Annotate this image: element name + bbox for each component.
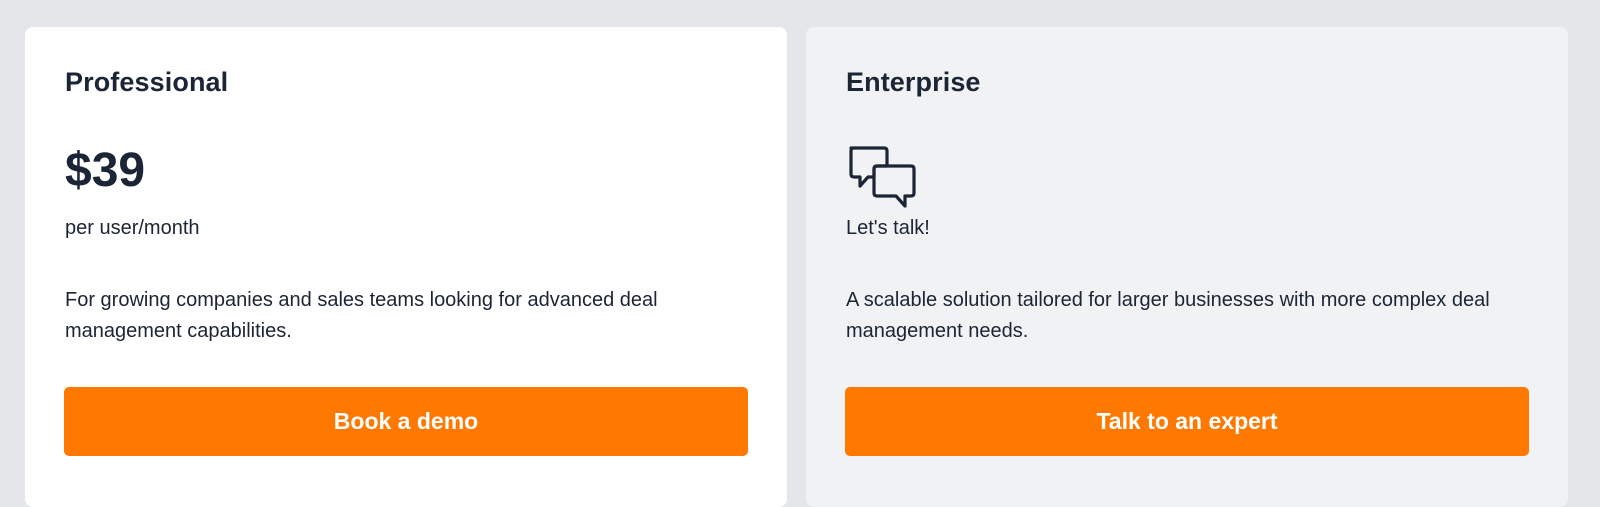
plan-price: $39: [65, 144, 146, 197]
price-note: Let's talk!: [846, 217, 930, 239]
price-note: per user/month: [65, 217, 200, 239]
chat-bubbles-icon: [846, 144, 918, 212]
pricing-card-professional: Professional $39 per user/month For grow…: [25, 27, 787, 507]
plan-title: Professional: [65, 67, 229, 97]
talk-to-expert-button[interactable]: Talk to an expert: [845, 387, 1529, 456]
plan-description: For growing companies and sales teams lo…: [65, 289, 658, 342]
book-demo-button[interactable]: Book a demo: [64, 387, 748, 456]
plan-description: A scalable solution tailored for larger …: [846, 289, 1490, 342]
plan-title: Enterprise: [846, 67, 981, 97]
pricing-card-enterprise: Enterprise Let's talk! A scalable soluti…: [806, 27, 1568, 507]
